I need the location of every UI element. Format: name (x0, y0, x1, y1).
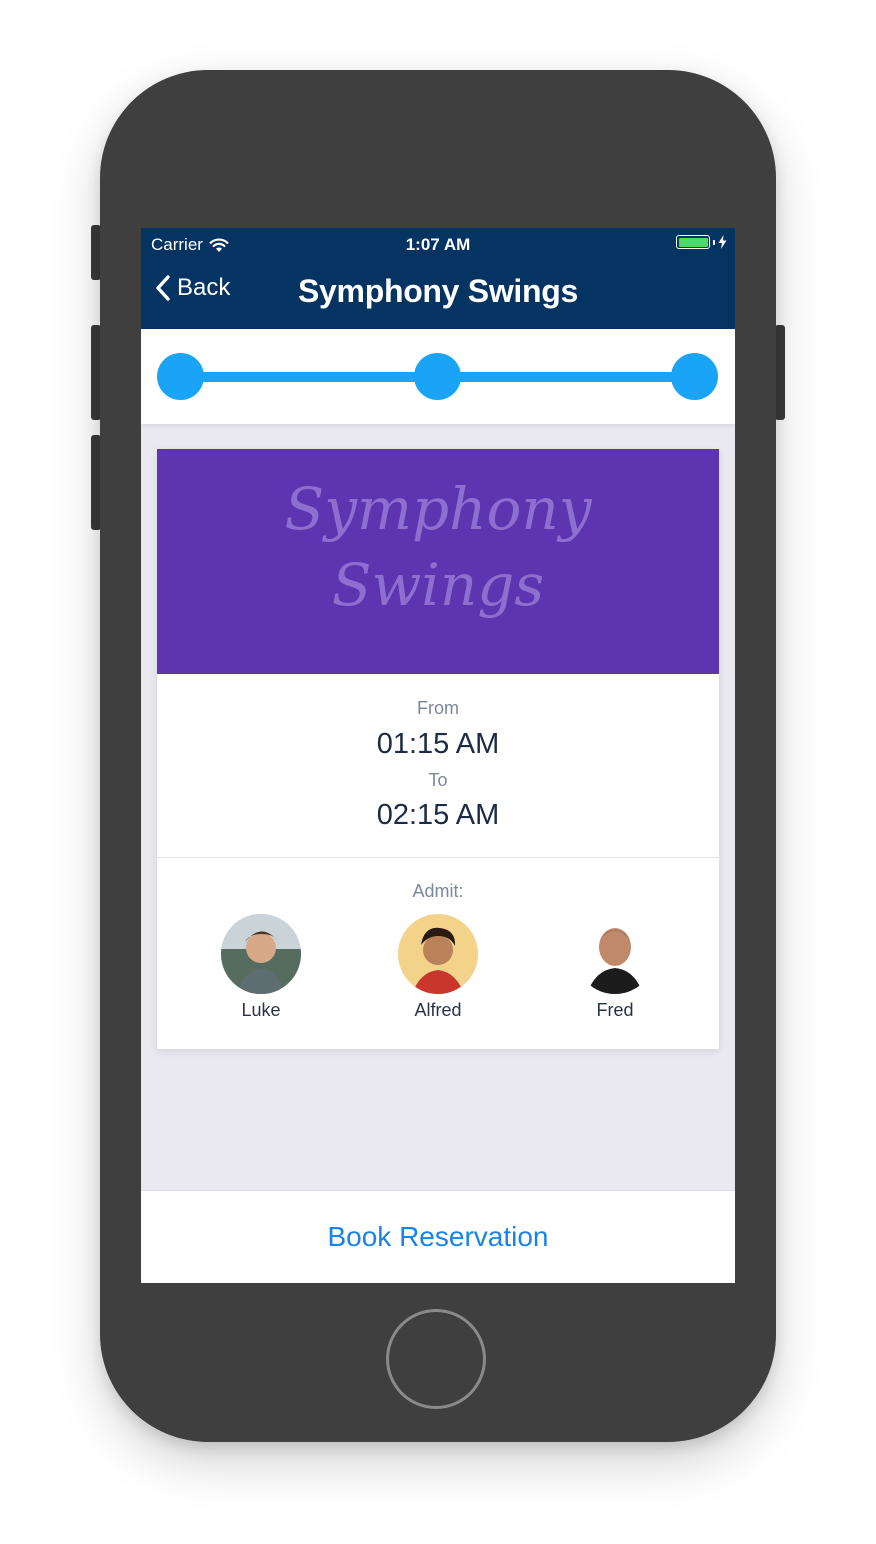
app-screen: Carrier 1:07 AM Back Symphony Swings Sym… (141, 228, 735, 1283)
status-time: 1:07 AM (405, 235, 471, 254)
from-time: 01:15 AM (376, 728, 500, 760)
battery-icon (676, 235, 710, 249)
event-banner: Symphony Swings (157, 449, 719, 674)
avatar (575, 914, 655, 994)
guest-name: Alfred (414, 1000, 462, 1020)
navigation-bar: Carrier 1:07 AM Back Symphony Swings (141, 228, 735, 329)
book-reservation-button[interactable]: Book Reservation (141, 1221, 735, 1253)
person-avatar-icon (575, 914, 655, 994)
avatar (221, 914, 301, 994)
person-avatar-icon (398, 914, 478, 994)
guest-name: Luke (241, 1000, 281, 1020)
status-bar: Carrier 1:07 AM (141, 228, 735, 260)
avatar (398, 914, 478, 994)
progress-step-2 (414, 353, 461, 400)
to-label: To (428, 770, 448, 790)
banner-line-1: Symphony (284, 475, 592, 543)
battery-indicator (676, 235, 727, 249)
to-time: 02:15 AM (376, 799, 500, 831)
card-divider (157, 857, 719, 858)
footer-bar: Book Reservation (141, 1190, 735, 1283)
home-button[interactable] (386, 1309, 486, 1409)
person-avatar-icon (221, 914, 301, 994)
admit-label: Admit: (412, 881, 464, 901)
guest-alfred[interactable]: Alfred (378, 914, 498, 1021)
from-label: From (417, 698, 459, 718)
step-progress (141, 329, 735, 424)
guest-luke[interactable]: Luke (201, 914, 321, 1021)
event-banner-logo: Symphony Swings (157, 471, 719, 623)
charging-bolt-icon (718, 235, 727, 249)
battery-level (678, 237, 708, 247)
guest-name: Fred (596, 1000, 634, 1020)
progress-step-1 (157, 353, 204, 400)
time-range: From 01:15 AM To 02:15 AM (157, 674, 719, 857)
battery-cap (713, 239, 715, 245)
banner-line-2: Swings (331, 551, 545, 619)
page-title: Symphony Swings (298, 273, 578, 309)
progress-step-3 (671, 353, 718, 400)
guest-fred[interactable]: Fred (555, 914, 675, 1021)
power-button[interactable] (775, 325, 785, 420)
event-card: Symphony Swings From 01:15 AM To 02:15 A… (157, 449, 719, 1049)
